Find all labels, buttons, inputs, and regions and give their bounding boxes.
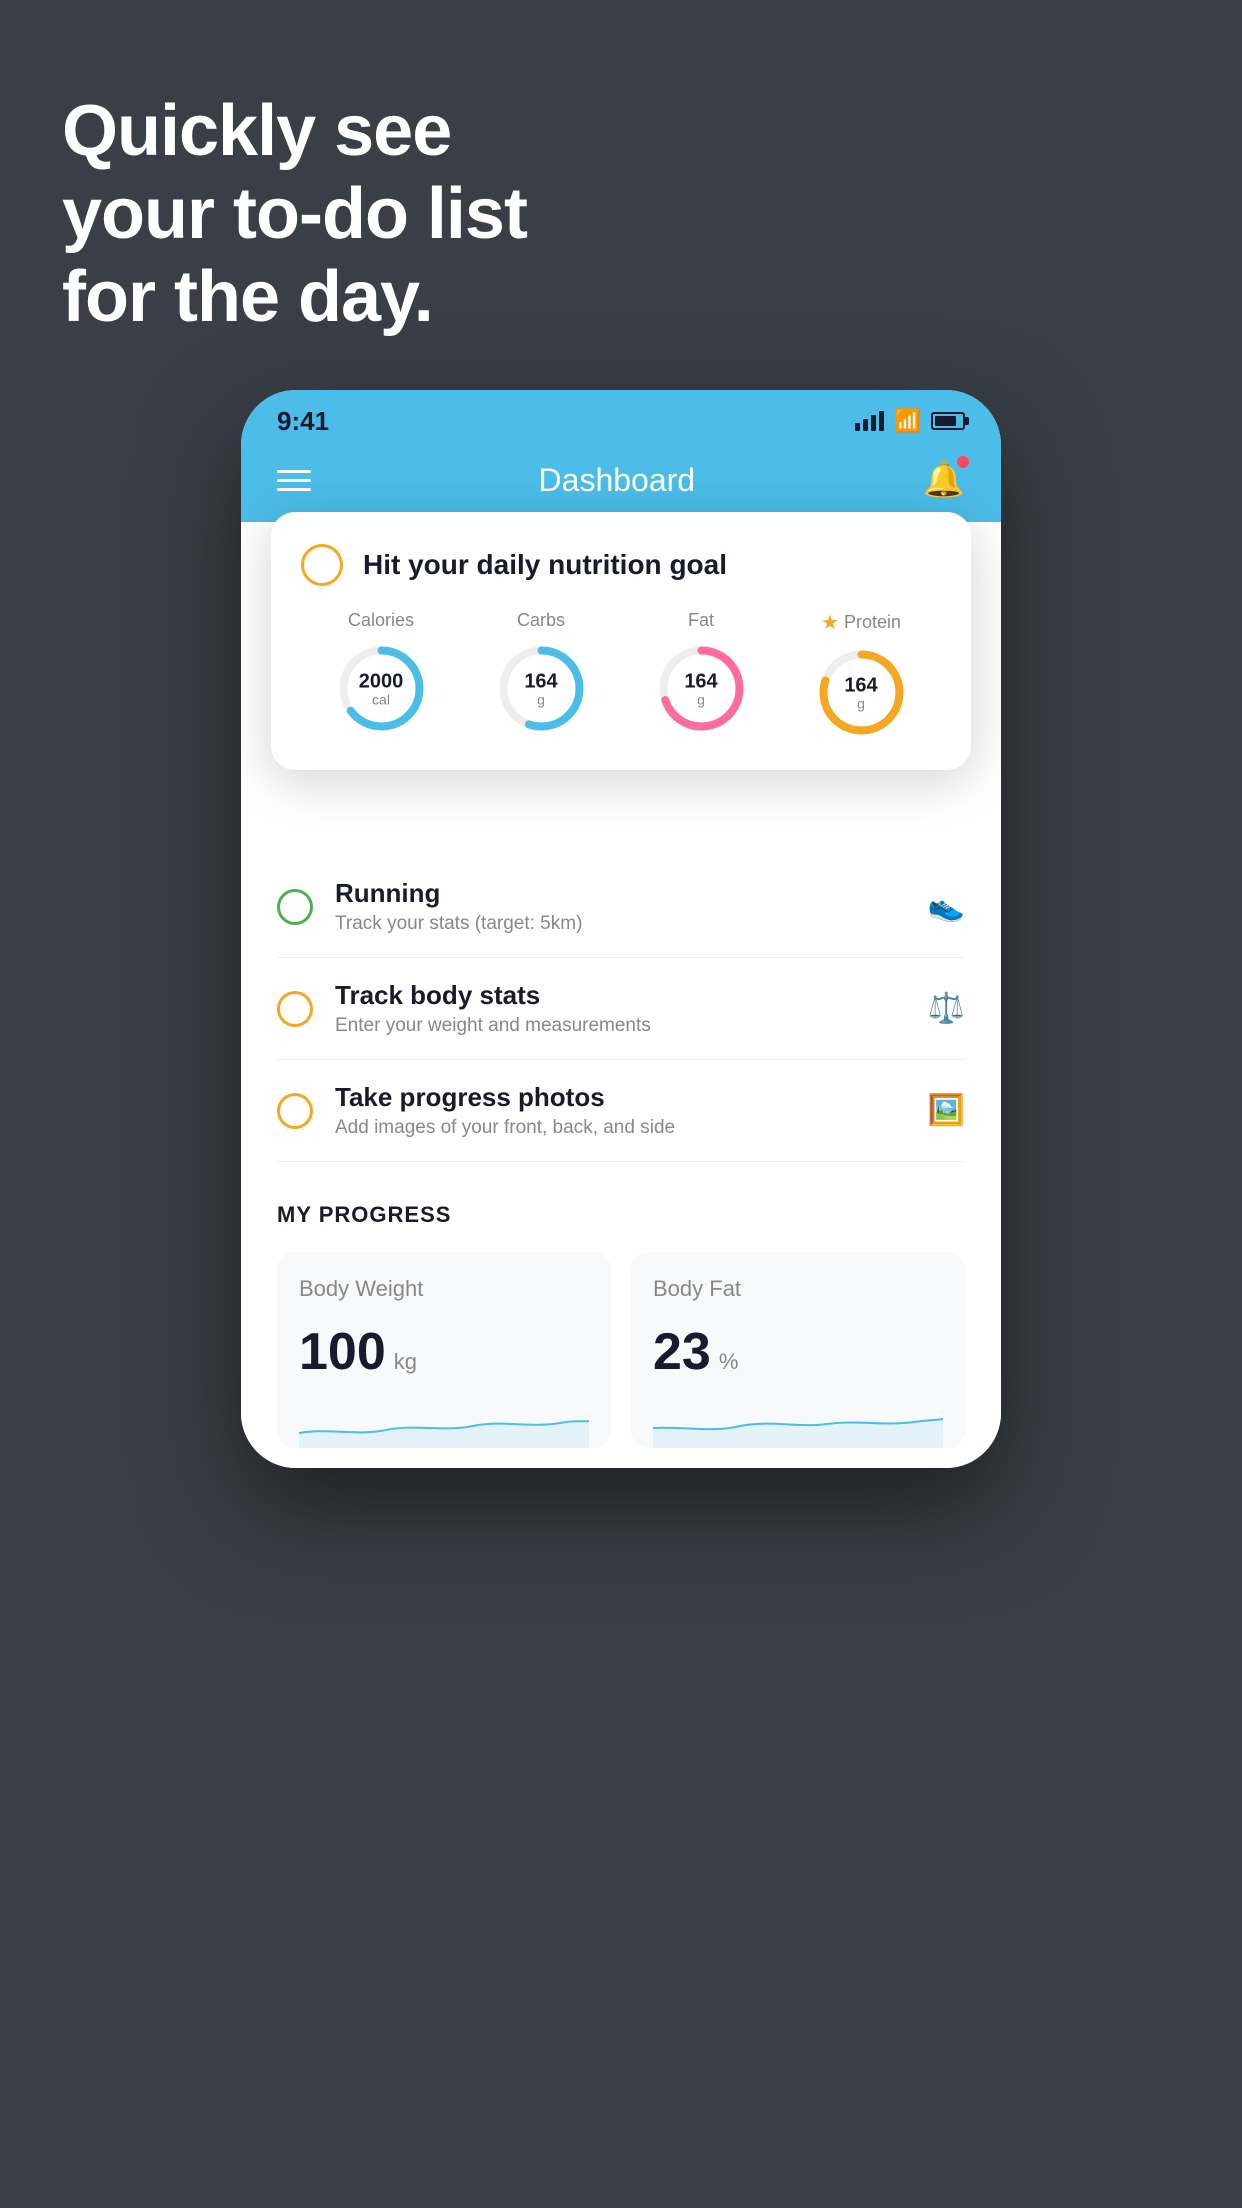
todo-body-stats-name: Track body stats	[335, 980, 906, 1011]
todo-photos-name: Take progress photos	[335, 1082, 906, 1113]
nav-title: Dashboard	[539, 462, 696, 499]
content-area: THINGS TO DO TODAY Hit your daily nutrit…	[241, 522, 1001, 1468]
progress-title: MY PROGRESS	[277, 1202, 965, 1228]
fat-unit: g	[684, 692, 717, 707]
body-fat-chart	[653, 1398, 943, 1448]
fat-donut: 164 g	[654, 641, 749, 736]
body-fat-card: Body Fat 23 %	[631, 1252, 965, 1448]
card-title: Hit your daily nutrition goal	[363, 549, 727, 581]
calories-unit: cal	[359, 692, 404, 707]
calories-donut: 2000 cal	[334, 641, 429, 736]
calories-label: Calories	[348, 610, 414, 631]
status-bar: 9:41 📶	[241, 390, 1001, 444]
todo-circle-running[interactable]	[277, 889, 313, 925]
nutrition-calories: Calories 2000 cal	[334, 610, 429, 736]
todo-running-desc: Track your stats (target: 5km)	[335, 913, 906, 935]
nutrition-circles: Calories 2000 cal	[301, 610, 941, 740]
body-fat-label: Body Fat	[653, 1276, 943, 1302]
todo-body-stats[interactable]: Track body stats Enter your weight and m…	[277, 958, 965, 1060]
notification-dot	[957, 456, 969, 468]
todo-progress-photos[interactable]: Take progress photos Add images of your …	[277, 1060, 965, 1162]
calories-value: 2000	[359, 670, 404, 692]
carbs-donut: 164 g	[494, 641, 589, 736]
nutrition-fat: Fat 164 g	[654, 610, 749, 736]
wifi-icon: 📶	[894, 408, 921, 434]
progress-section: MY PROGRESS Body Weight 100 kg	[241, 1162, 1001, 1468]
todo-body-stats-info: Track body stats Enter your weight and m…	[335, 980, 906, 1037]
carbs-label: Carbs	[517, 610, 565, 631]
body-weight-value-row: 100 kg	[299, 1322, 589, 1382]
todo-circle-nutrition[interactable]	[301, 544, 343, 586]
todo-list: Running Track your stats (target: 5km) 👟…	[241, 856, 1001, 1162]
notification-bell[interactable]: 🔔	[923, 460, 965, 500]
todo-body-stats-desc: Enter your weight and measurements	[335, 1015, 906, 1037]
status-icons: 📶	[855, 408, 965, 434]
person-icon: 🖼️	[928, 1093, 965, 1128]
hamburger-menu[interactable]	[277, 470, 311, 491]
progress-cards: Body Weight 100 kg	[277, 1252, 965, 1448]
scale-icon: ⚖️	[928, 991, 965, 1026]
fat-label: Fat	[688, 610, 714, 631]
body-fat-unit: %	[719, 1349, 739, 1375]
carbs-unit: g	[524, 692, 557, 707]
battery-icon	[931, 412, 965, 430]
body-weight-unit: kg	[394, 1349, 417, 1375]
todo-running-info: Running Track your stats (target: 5km)	[335, 878, 906, 935]
phone-mockup: 9:41 📶 Dashboard 🔔	[241, 390, 1001, 1468]
body-weight-label: Body Weight	[299, 1276, 589, 1302]
todo-photos-info: Take progress photos Add images of your …	[335, 1082, 906, 1139]
running-shoe-icon: 👟	[928, 889, 965, 924]
todo-running[interactable]: Running Track your stats (target: 5km) 👟	[277, 856, 965, 958]
carbs-value: 164	[524, 670, 557, 692]
body-fat-value: 23	[653, 1322, 711, 1382]
hero-text: Quickly see your to-do list for the day.	[62, 90, 527, 338]
nutrition-carbs: Carbs 164 g	[494, 610, 589, 736]
protein-value: 164	[844, 674, 877, 696]
body-weight-value: 100	[299, 1322, 386, 1382]
nutrition-protein: ★ Protein 164 g	[814, 610, 909, 740]
todo-circle-photos[interactable]	[277, 1093, 313, 1129]
body-weight-chart	[299, 1398, 589, 1448]
todo-photos-desc: Add images of your front, back, and side	[335, 1117, 906, 1139]
todo-running-name: Running	[335, 878, 906, 909]
card-header: Hit your daily nutrition goal	[301, 544, 941, 586]
nutrition-card: Hit your daily nutrition goal Calories	[271, 512, 971, 770]
signal-icon	[855, 411, 884, 431]
star-icon: ★	[821, 610, 839, 635]
body-fat-value-row: 23 %	[653, 1322, 943, 1382]
todo-circle-body-stats[interactable]	[277, 991, 313, 1027]
fat-value: 164	[684, 670, 717, 692]
protein-donut: 164 g	[814, 645, 909, 740]
nav-bar: Dashboard 🔔	[241, 444, 1001, 522]
body-weight-card: Body Weight 100 kg	[277, 1252, 611, 1448]
protein-label: ★ Protein	[821, 610, 901, 635]
protein-unit: g	[844, 696, 877, 711]
status-time: 9:41	[277, 406, 329, 437]
